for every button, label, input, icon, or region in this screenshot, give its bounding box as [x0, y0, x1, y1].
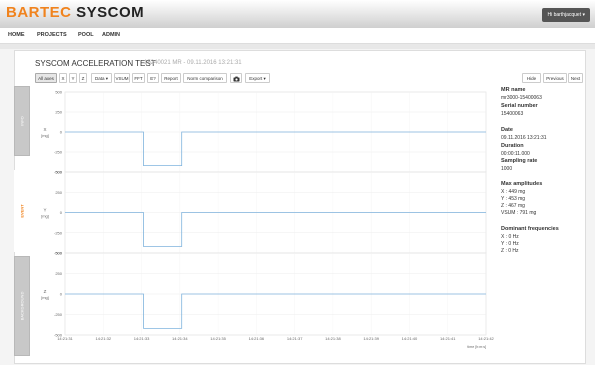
y-tick-label: 250 [55, 190, 62, 195]
y-tick-label: 500 [55, 90, 62, 95]
series-line-z [65, 293, 486, 329]
x-tick-label: 14:21:36 [249, 336, 265, 341]
next-button[interactable]: Next [568, 73, 583, 83]
y-tick-label: -250 [54, 150, 63, 155]
nav-admin[interactable]: ADMIN [102, 32, 120, 38]
main-nav: HOME PROJECTS POOL ADMIN [0, 28, 595, 44]
y-tick-label: 0 [60, 292, 63, 297]
x-tick-label: 14:21:31 [57, 336, 73, 341]
date-label: Date [501, 127, 513, 133]
axis-unit-label: [mg] [41, 133, 49, 138]
vsum-button[interactable]: VSUM [114, 73, 130, 83]
axis-name-label: Z [44, 289, 47, 294]
acceleration-chart: 5002500-250-500X[mg]5002500-250-500Y[mg]… [41, 90, 494, 350]
serial-number-value: 15400063 [501, 111, 524, 117]
y-axis-button[interactable]: Y [69, 73, 77, 83]
camera-button[interactable] [230, 73, 242, 83]
x-tick-label: 14:21:33 [134, 336, 150, 341]
nav-home[interactable]: HOME [8, 32, 25, 38]
x-tick-label: 14:21:40 [402, 336, 418, 341]
series-line-y [65, 212, 486, 247]
y-tick-label: 0 [60, 210, 63, 215]
max-amplitude-x: X : 449 mg [501, 189, 526, 195]
fft-button[interactable]: FFT [132, 73, 145, 83]
duration-label: Duration [501, 143, 524, 149]
z-axis-button[interactable]: Z [79, 73, 87, 83]
axis-name-label: Y [43, 208, 46, 213]
x-tick-label: 14:21:32 [95, 336, 111, 341]
date-value: 09.11.2016 13:21:31 [501, 135, 547, 141]
app-header: BARTEC SYSCOM Hi barthjacquet ▾ [0, 0, 595, 28]
mr-name-label: MR name [501, 87, 526, 93]
x-tick-label: 14:21:37 [287, 336, 303, 341]
header-strip [0, 44, 595, 49]
y-tick-label: -250 [54, 312, 63, 317]
report-button[interactable]: Report [161, 73, 181, 83]
norm-comparison-button[interactable]: Norm comparison [183, 73, 227, 83]
camera-icon [233, 76, 239, 82]
y-tick-label: -250 [54, 230, 63, 235]
x-tick-label: 14:21:39 [363, 336, 379, 341]
axis-unit-label: [mg] [41, 214, 49, 219]
serial-number-label: Serial number [501, 103, 538, 109]
y-tick-label: 500 [55, 251, 62, 256]
max-amplitude-z: Z : 467 mg [501, 203, 525, 209]
user-menu-button[interactable]: Hi barthjacquet ▾ [542, 8, 590, 22]
max-amplitudes-label: Max amplitudes [501, 181, 543, 187]
axis-name-label: X [43, 127, 46, 132]
y-tick-label: 250 [55, 110, 62, 115]
sampling-rate-label: Sampling rate [501, 158, 538, 164]
e-button[interactable]: E? [147, 73, 159, 83]
dominant-frequency-z: Z : 0 Hz [501, 248, 519, 254]
y-tick-label: 500 [55, 170, 62, 175]
x-tick-label: 14:21:38 [325, 336, 341, 341]
axis-unit-label: [mg] [41, 295, 49, 300]
mr-name-value: mr3000-15400063 [501, 95, 542, 101]
export-dropdown[interactable]: Export ▾ [245, 73, 270, 83]
previous-button[interactable]: Previous [543, 73, 567, 83]
nav-projects[interactable]: PROJECTS [37, 32, 67, 38]
sampling-rate-value: 1000 [501, 166, 513, 172]
event-subtitle: 15240021 MR - 09.11.2016 13:21:31 [144, 60, 242, 66]
data-dropdown[interactable]: Data ▾ [91, 73, 112, 83]
all-axes-button[interactable]: All axes [35, 73, 57, 83]
page-title: SYSCOM ACCELERATION TEST [35, 59, 156, 68]
x-tick-label: 14:21:42 [478, 336, 494, 341]
x-tick-label: 14:21:35 [210, 336, 226, 341]
duration-value: 00:00:11.000 [501, 151, 530, 157]
y-tick-label: 250 [55, 271, 62, 276]
series-line-x [65, 131, 486, 166]
x-tick-label: 14:21:41 [440, 336, 456, 341]
x-axis-label: time [h:m:s] [467, 345, 486, 349]
hide-button[interactable]: Hide [522, 73, 541, 83]
x-tick-label: 14:21:34 [172, 336, 188, 341]
dominant-frequencies-label: Dominant frequencies [501, 226, 559, 232]
dominant-frequency-y: Y : 0 Hz [501, 241, 519, 247]
max-amplitude-y: Y : 453 mg [501, 196, 526, 202]
y-tick-label: 0 [60, 130, 63, 135]
x-axis-button[interactable]: X [59, 73, 67, 83]
nav-pool[interactable]: POOL [78, 32, 94, 38]
dominant-frequency-x: X : 0 Hz [501, 234, 519, 240]
bartec-syscom-logo[interactable]: BARTEC SYSCOM [6, 4, 144, 21]
max-amplitude-vsum: VSUM : 791 mg [501, 210, 537, 216]
